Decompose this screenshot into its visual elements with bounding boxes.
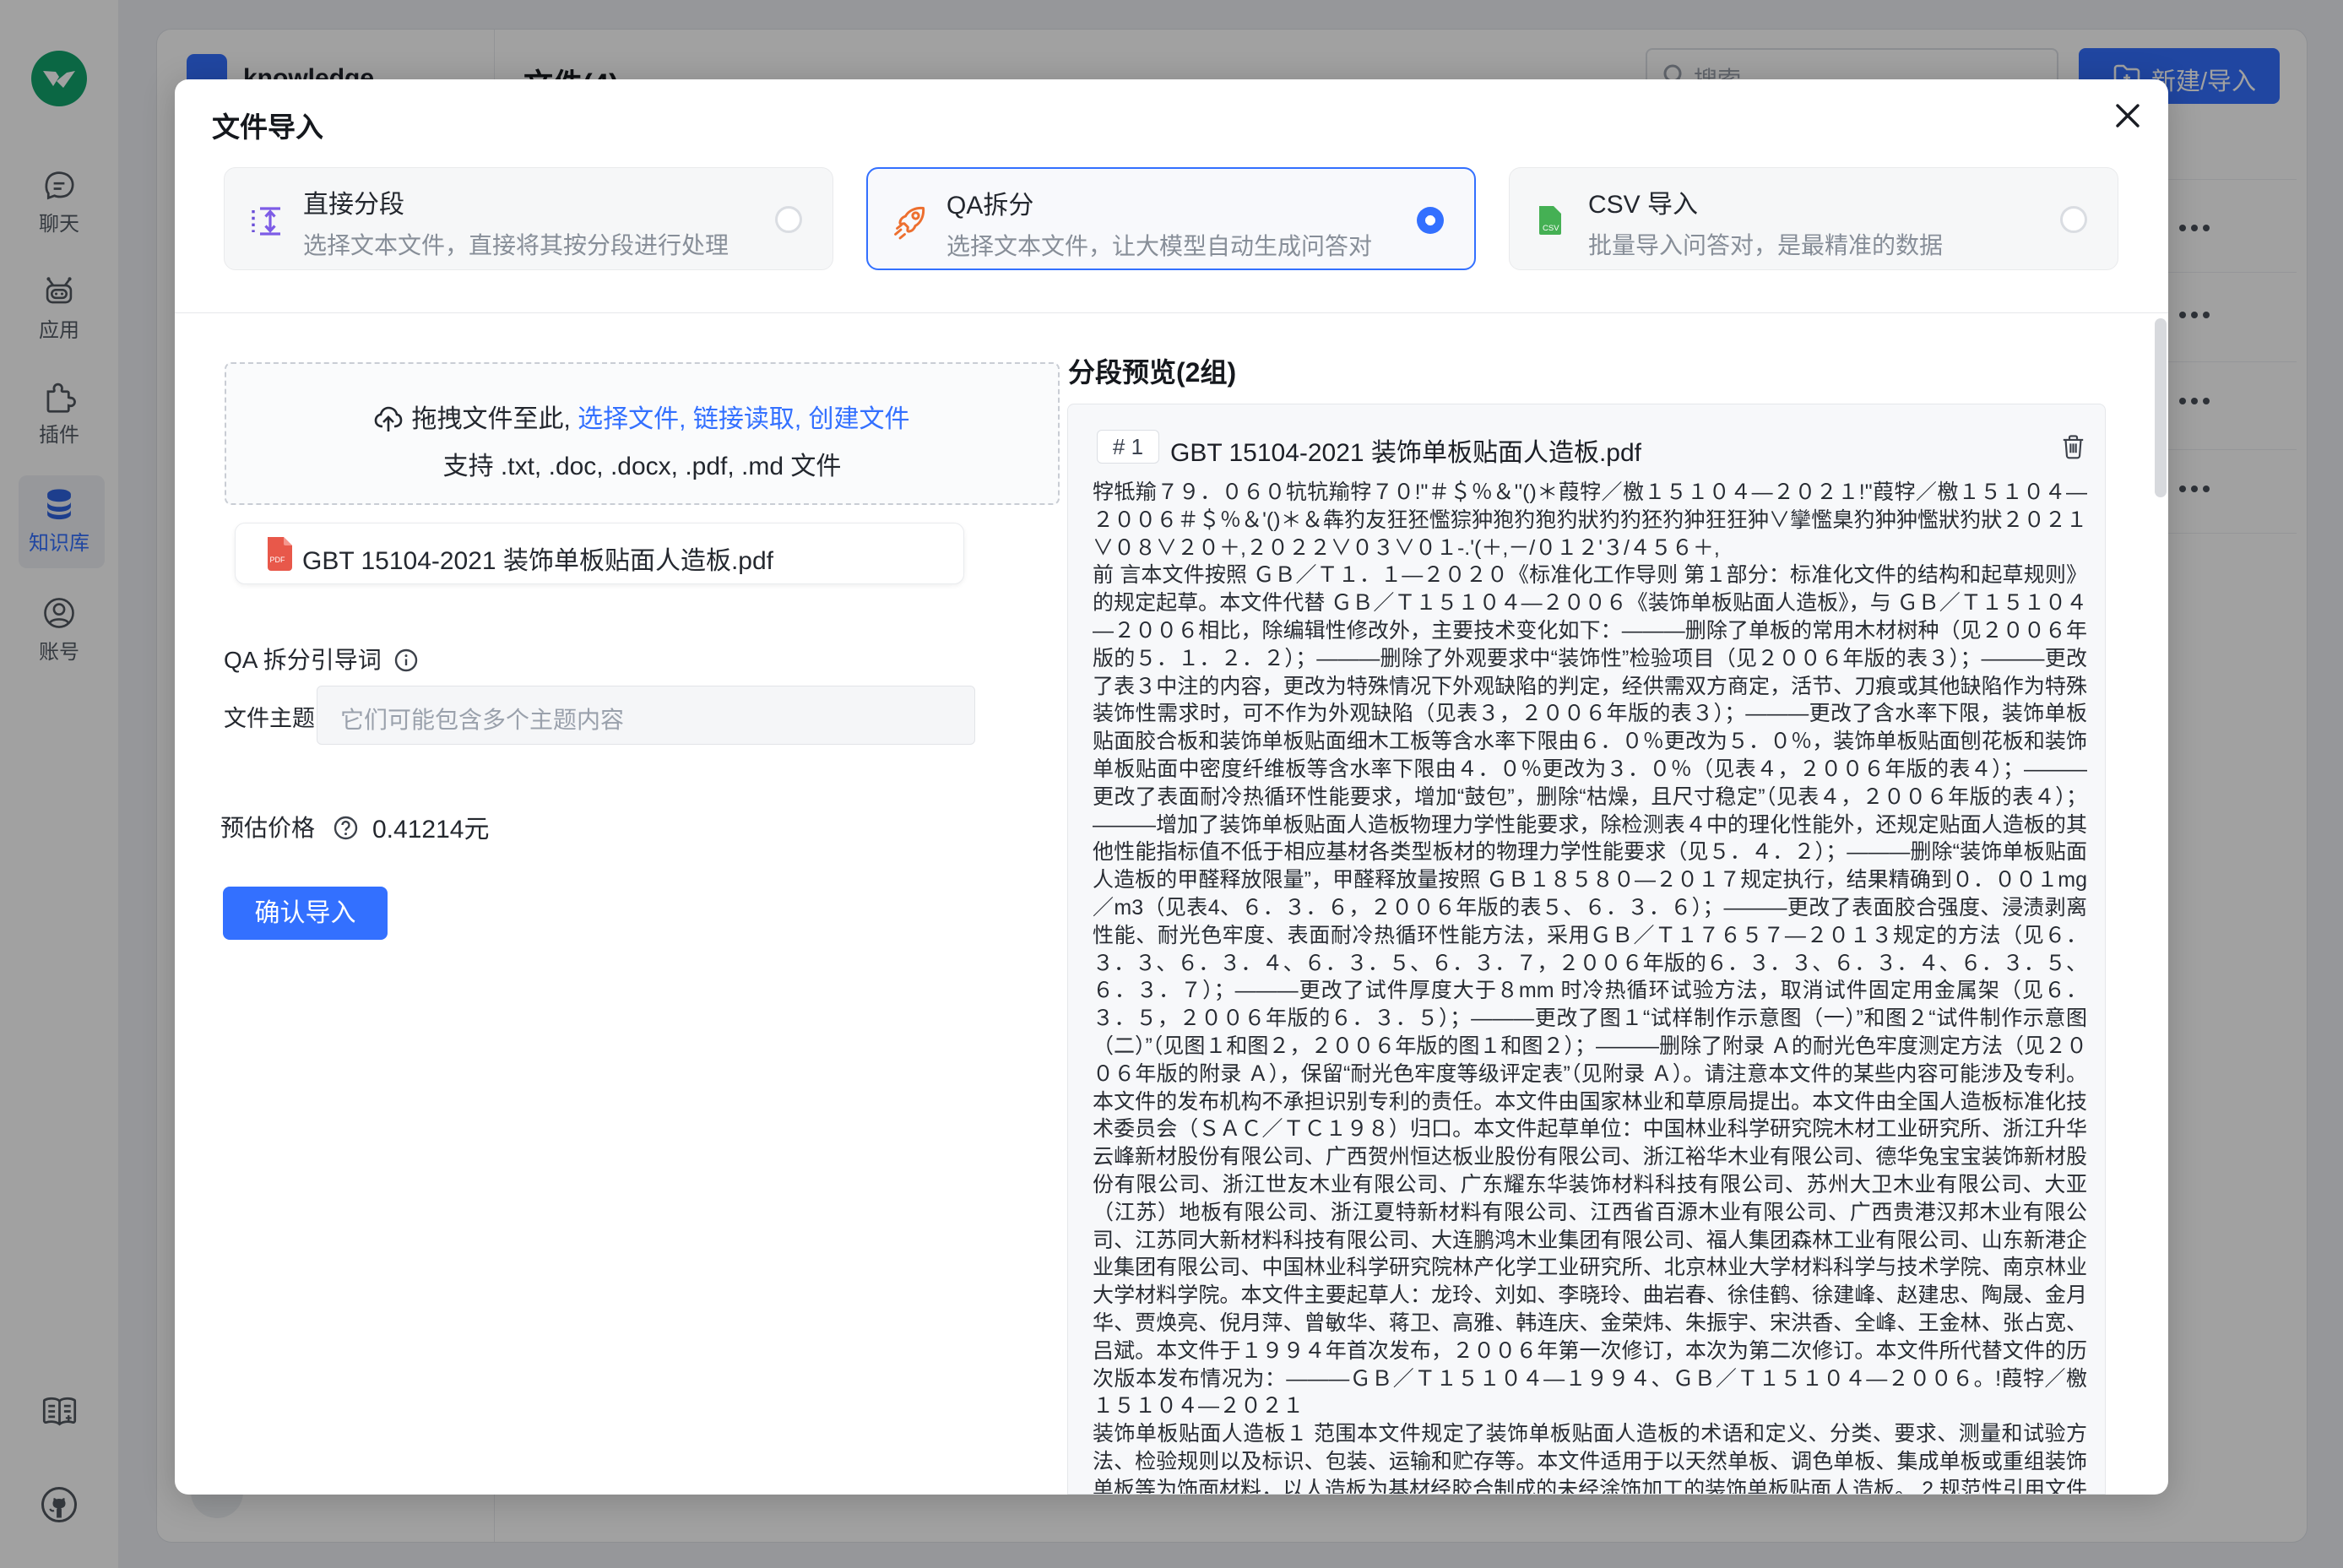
svg-text:PDF: PDF xyxy=(270,556,286,564)
svg-text:CSV: CSV xyxy=(1543,224,1559,233)
